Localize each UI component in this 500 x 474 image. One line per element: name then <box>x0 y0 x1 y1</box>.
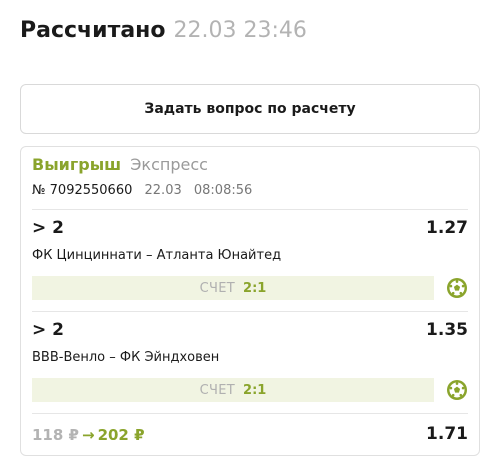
settled-datetime: 22.03 23:46 <box>173 18 307 43</box>
page-header: Рассчитано 22.03 23:46 <box>20 18 307 50</box>
event-teams: ВВВ-Венло – ФК Эйндховен <box>32 350 220 365</box>
event-teams: ФК Цинциннати – Атланта Юнайтед <box>32 248 282 263</box>
bet-type-label: Экспресс <box>130 155 208 174</box>
event-odds: 1.27 <box>426 218 468 238</box>
score-label: СЧЕТ <box>199 382 236 398</box>
event-market: > 2 <box>32 320 64 340</box>
soccer-ball-icon <box>446 277 468 299</box>
bet-card: Выигрыш Экспресс № 7092550660 22.03 08:0… <box>20 146 480 456</box>
stake-amount: 118 ₽ <box>32 426 79 444</box>
divider <box>32 413 468 414</box>
score-label: СЧЕТ <box>199 280 236 296</box>
total-odds: 1.71 <box>426 424 468 444</box>
score-bar: СЧЕТ 2:1 <box>32 378 434 402</box>
score-value: 2:1 <box>243 280 267 296</box>
score-bar: СЧЕТ 2:1 <box>32 276 434 300</box>
event-row: > 2 1.27 ФК Цинциннати – Атланта Юнайтед… <box>32 210 468 310</box>
ticket-number: № 7092550660 <box>32 183 133 198</box>
bet-card-header: Выигрыш Экспресс <box>32 155 208 174</box>
arrow-right-icon: → <box>81 426 95 444</box>
bet-date: 22.03 <box>144 183 182 198</box>
bet-meta: № 7092550660 22.03 08:08:56 <box>32 183 252 198</box>
payout-amount: 202 ₽ <box>97 426 145 444</box>
bet-result-label: Выигрыш <box>32 155 122 174</box>
bet-footer: 118 ₽ → 202 ₽ 1.71 <box>32 424 468 448</box>
stake-to-payout: 118 ₽ → 202 ₽ <box>32 426 145 444</box>
event-row: > 2 1.35 ВВВ-Венло – ФК Эйндховен СЧЕТ 2… <box>32 312 468 412</box>
bet-time: 08:08:56 <box>193 183 253 198</box>
event-odds: 1.35 <box>426 320 468 340</box>
score-value: 2:1 <box>243 382 267 398</box>
ask-question-button[interactable]: Задать вопрос по расчету <box>20 84 480 134</box>
soccer-ball-icon <box>446 379 468 401</box>
status-title: Рассчитано <box>20 18 166 43</box>
event-market: > 2 <box>32 218 64 238</box>
